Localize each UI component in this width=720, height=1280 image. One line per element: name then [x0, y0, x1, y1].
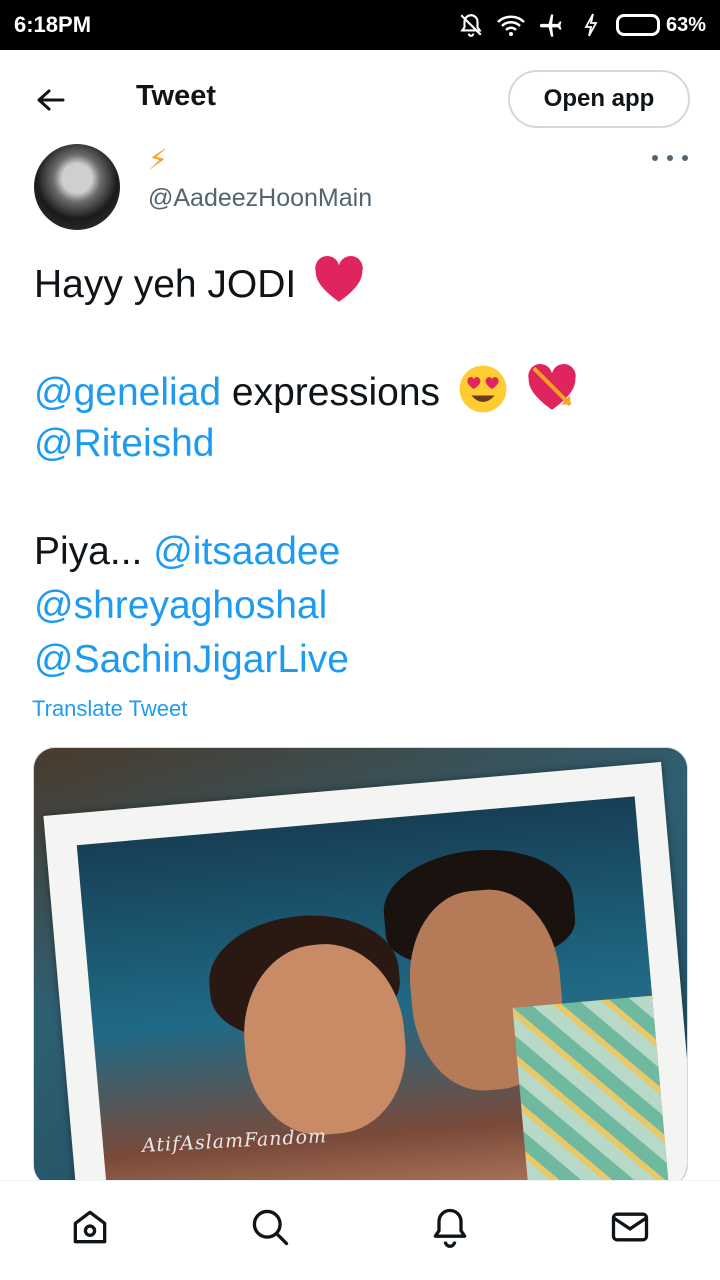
back-button[interactable] — [30, 80, 70, 120]
charging-icon — [576, 10, 606, 40]
back-arrow-icon — [37, 89, 65, 111]
status-icons: 63% — [456, 10, 706, 40]
heart-eyes-emoji-icon — [459, 365, 507, 413]
mention-geneliad[interactable]: @geneliad — [34, 371, 221, 414]
tweet-media-image[interactable]: AtifAslamFandom — [33, 747, 688, 1187]
search-icon — [252, 1209, 289, 1245]
heart-arrow-emoji-icon — [528, 364, 576, 410]
messages-icon — [611, 1212, 649, 1241]
top-header: Tweet Open app — [0, 50, 720, 146]
notifications-icon — [433, 1208, 467, 1248]
mention-riteishd[interactable]: @Riteishd — [34, 422, 215, 465]
bottom-navigation — [0, 1180, 720, 1280]
photo-content — [76, 796, 672, 1186]
author-badge: ⚡ — [148, 144, 168, 175]
status-bar: 6:18PM 63% — [0, 0, 720, 50]
battery-percent: 63% — [665, 13, 706, 36]
airplane-icon — [536, 10, 566, 40]
more-dots-icon — [652, 155, 658, 161]
nav-messages-button[interactable] — [600, 1197, 660, 1257]
notifications-off-icon — [456, 10, 486, 40]
more-options-button[interactable] — [652, 148, 688, 168]
wifi-icon — [496, 10, 526, 40]
tweet-text: Hayy yeh JODI @geneliad expressions @Rit… — [34, 255, 684, 687]
nav-home-button[interactable] — [60, 1197, 120, 1257]
nav-search-button[interactable] — [240, 1197, 300, 1257]
status-time: 6:18PM — [14, 12, 92, 37]
page-title: Tweet — [136, 80, 217, 112]
author-handle[interactable]: @AadeezHoonMain — [148, 184, 372, 213]
tweet-text-piya: Piya... — [34, 530, 143, 573]
mention-shreyaghoshal[interactable]: @shreyaghoshal — [34, 584, 327, 627]
avatar[interactable] — [34, 144, 120, 230]
mention-itsaadee[interactable]: @itsaadee — [153, 530, 340, 573]
open-app-button[interactable]: Open app — [508, 70, 690, 128]
nav-notifications-button[interactable] — [420, 1197, 480, 1257]
home-icon — [73, 1210, 107, 1243]
battery-icon: 63% — [615, 13, 706, 37]
tweet-text-expressions: expressions — [231, 371, 441, 414]
translate-tweet-link[interactable]: Translate Tweet — [32, 696, 187, 722]
tweet-text-line1: Hayy yeh JODI — [34, 263, 297, 306]
red-heart-icon — [315, 256, 363, 302]
mention-sachinjigarlive[interactable]: @SachinJigarLive — [34, 638, 349, 681]
